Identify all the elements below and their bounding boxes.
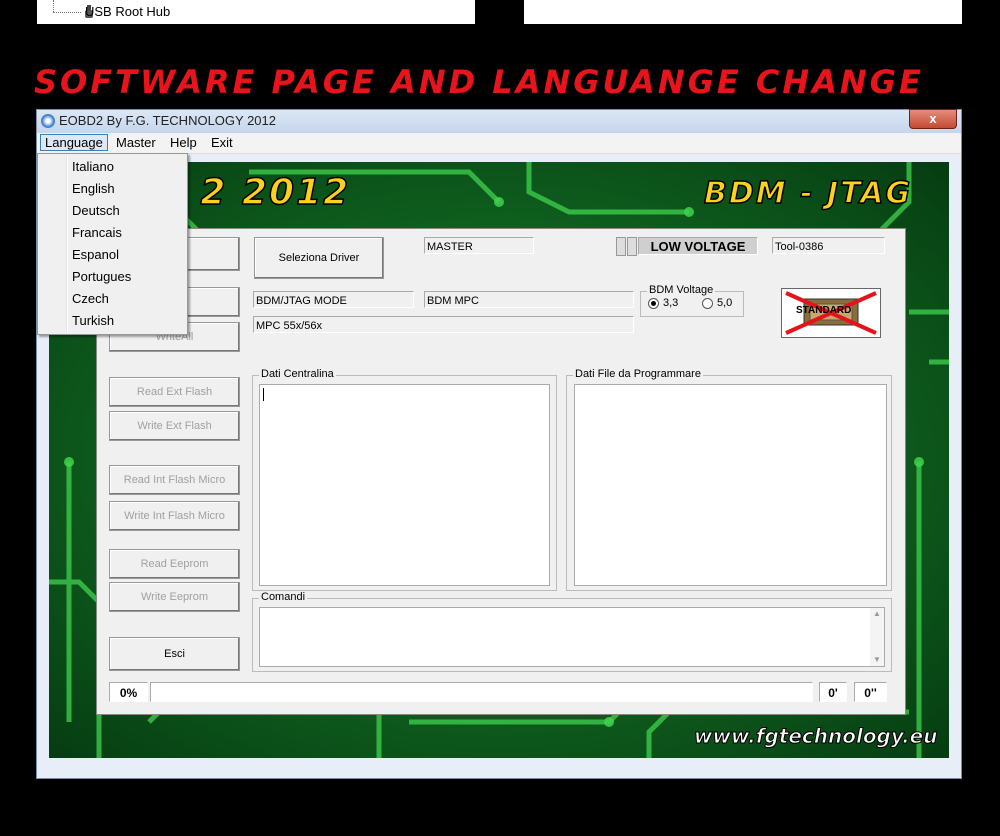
radio-3v3[interactable]	[648, 298, 659, 309]
language-option-portugues[interactable]: Portugues	[72, 269, 131, 284]
exit-button[interactable]: Esci	[109, 637, 240, 671]
timer-minutes: 0'	[819, 682, 847, 702]
mode-field: BDM/JTAG MODE	[253, 291, 414, 308]
radio-dot-icon	[651, 301, 656, 306]
select-driver-button[interactable]: Seleziona Driver	[254, 237, 384, 279]
language-option-czech[interactable]: Czech	[72, 291, 109, 306]
write-int-flash-button[interactable]: Write Int Flash Micro	[109, 501, 240, 531]
commands-scrollbar[interactable]: ▲ ▼	[870, 608, 884, 666]
write-eeprom-button[interactable]: Write Eeprom	[109, 582, 240, 612]
menu-language[interactable]: Language	[40, 134, 108, 151]
menu-help[interactable]: Help	[166, 135, 201, 150]
tool-id-field: Tool-0386	[772, 237, 885, 254]
language-dropdown: Italiano English Deutsch Francais Espano…	[37, 153, 188, 335]
language-option-deutsch[interactable]: Deutsch	[72, 203, 120, 218]
commands-textarea[interactable]: ▲ ▼	[259, 607, 885, 667]
progress-percent: 0%	[109, 682, 148, 702]
standard-badge-text: STANDARD	[796, 305, 852, 316]
scroll-down-icon[interactable]: ▼	[873, 655, 881, 664]
bdm-voltage-group: BDM Voltage 3,3 5,0	[640, 284, 744, 317]
progress-bar	[150, 682, 813, 702]
ecu-data-textarea[interactable]	[259, 384, 550, 586]
page-banner: SOFTWARE PAGE AND LANGUANGE CHANGE	[34, 63, 924, 101]
write-ext-flash-button[interactable]: Write Ext Flash	[109, 411, 240, 441]
protocol-field: BDM MPC	[424, 291, 634, 308]
standard-badge: STANDARD	[781, 288, 881, 338]
close-button[interactable]: x	[909, 109, 957, 129]
master-field: MASTER	[424, 237, 534, 254]
file-data-textarea[interactable]	[574, 384, 887, 586]
language-option-english[interactable]: English	[72, 181, 115, 196]
commands-label: Comandi	[259, 591, 308, 603]
scroll-up-icon[interactable]: ▲	[873, 609, 881, 618]
cpu-field: MPC 55x/56x	[253, 316, 634, 333]
commands-group: Comandi ▲ ▼	[252, 591, 892, 672]
file-data-group: Dati File da Programmare	[566, 368, 892, 591]
tree-connector	[53, 0, 55, 12]
device-tree-panel: USB Root Hub	[37, 0, 475, 24]
tree-connector	[53, 12, 81, 13]
timer-seconds: 0''	[854, 682, 887, 702]
status-led	[627, 237, 637, 256]
website-link[interactable]: www.fgtechnology.eu	[693, 724, 937, 749]
logo-bdm-jtag: BDM - JTAG	[703, 175, 913, 212]
read-eeprom-button[interactable]: Read Eeprom	[109, 549, 240, 579]
read-ext-flash-button[interactable]: Read Ext Flash	[109, 377, 240, 407]
language-option-espanol[interactable]: Espanol	[72, 247, 119, 262]
read-int-flash-button[interactable]: Read Int Flash Micro	[109, 465, 240, 495]
file-data-label: Dati File da Programmare	[573, 368, 703, 380]
main-panel: CT ll WriteAll Read Ext Flash Write Ext …	[96, 228, 906, 715]
app-icon	[41, 114, 55, 128]
language-option-turkish[interactable]: Turkish	[72, 313, 114, 328]
menu-exit[interactable]: Exit	[207, 135, 237, 150]
low-voltage-indicator: LOW VOLTAGE	[638, 237, 758, 255]
menu-master[interactable]: Master	[112, 135, 160, 150]
voltage-option-5v0: 5,0	[717, 297, 733, 309]
language-option-francais[interactable]: Francais	[72, 225, 122, 240]
voltage-option-3v3: 3,3	[663, 297, 679, 309]
menu-bar: Language Master Help Exit	[37, 133, 961, 154]
tree-item-usb-root-hub[interactable]: USB Root Hub	[85, 4, 170, 19]
dropdown-separator	[66, 156, 68, 332]
title-bar: EOBD2 By F.G. TECHNOLOGY 2012 x	[37, 109, 961, 133]
window-title: EOBD2 By F.G. TECHNOLOGY 2012	[59, 113, 276, 128]
properties-panel	[524, 0, 962, 24]
radio-5v0[interactable]	[702, 298, 713, 309]
ecu-data-group: Dati Centralina	[252, 368, 557, 591]
bdm-voltage-label: BDM Voltage	[647, 284, 716, 296]
ecu-data-label: Dati Centralina	[259, 368, 336, 380]
language-option-italiano[interactable]: Italiano	[72, 159, 114, 174]
status-led	[616, 237, 626, 256]
text-cursor	[263, 388, 264, 401]
